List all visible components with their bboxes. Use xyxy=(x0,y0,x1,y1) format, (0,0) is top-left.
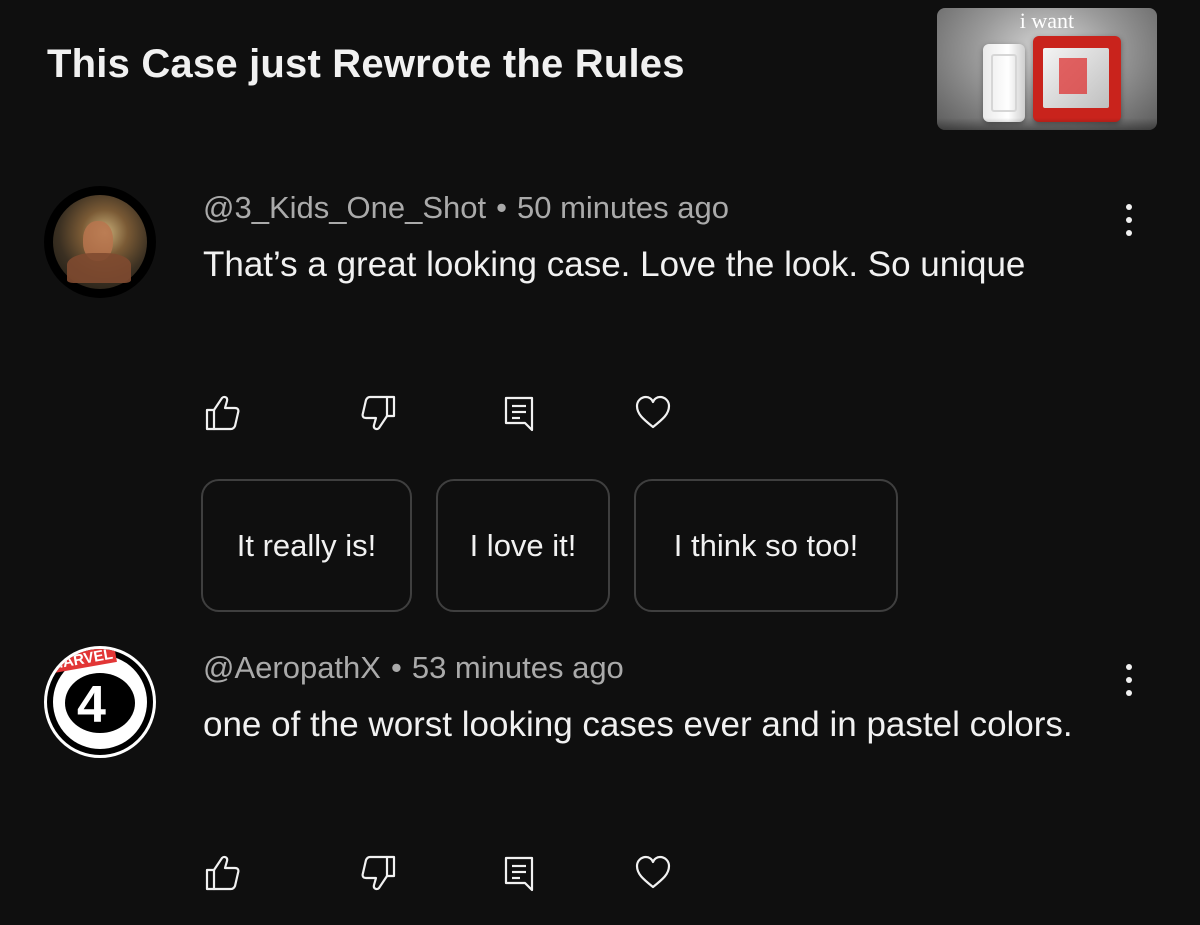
comment-meta: @3_Kids_One_Shot • 50 minutes ago xyxy=(203,190,729,226)
kebab-dot xyxy=(1126,204,1132,210)
like-icon[interactable] xyxy=(203,853,243,893)
meta-separator: • xyxy=(496,190,507,225)
kebab-dot xyxy=(1126,677,1132,683)
kebab-dot xyxy=(1126,664,1132,670)
heart-icon[interactable] xyxy=(633,853,673,893)
comment-timestamp: 53 minutes ago xyxy=(411,650,624,685)
avatar[interactable]: MARVEL 4 xyxy=(44,646,156,758)
more-options-icon[interactable] xyxy=(1114,660,1144,700)
kebab-dot xyxy=(1126,217,1132,223)
comment-author[interactable]: @AeropathX xyxy=(203,650,381,685)
more-options-icon[interactable] xyxy=(1114,200,1144,240)
like-icon[interactable] xyxy=(203,393,243,433)
suggested-reply-chip[interactable]: I love it! xyxy=(436,479,610,612)
kebab-dot xyxy=(1126,690,1132,696)
white-pc-case-image xyxy=(983,44,1025,122)
kebab-dot xyxy=(1126,230,1132,236)
video-title[interactable]: This Case just Rewrote the Rules xyxy=(47,42,685,87)
thumbnail-floor-shadow xyxy=(937,118,1157,130)
red-pc-case-image xyxy=(1033,36,1121,122)
comment-text: one of the worst looking cases ever and … xyxy=(203,705,1073,744)
reply-icon[interactable] xyxy=(500,393,540,433)
video-thumbnail[interactable]: i want xyxy=(937,8,1157,130)
heart-icon[interactable] xyxy=(633,393,673,433)
thumbnail-caption: i want xyxy=(1019,8,1075,33)
case-glass-window xyxy=(1043,48,1109,108)
dislike-icon[interactable] xyxy=(358,393,398,433)
comment-meta: @AeropathX • 53 minutes ago xyxy=(203,650,624,686)
suggested-reply-chip[interactable]: I think so too! xyxy=(634,479,898,612)
meta-separator: • xyxy=(390,650,402,685)
avatar-photo xyxy=(53,195,147,289)
comment-author[interactable]: @3_Kids_One_Shot xyxy=(203,190,486,225)
dislike-icon[interactable] xyxy=(358,853,398,893)
suggested-reply-chip[interactable]: It really is! xyxy=(201,479,412,612)
avatar[interactable] xyxy=(44,186,156,298)
video-header: This Case just Rewrote the Rules i want xyxy=(0,0,1200,150)
fantastic-four-logo: 4 xyxy=(77,676,106,734)
comment-text: That’s a great looking case. Love the lo… xyxy=(203,245,1026,284)
comment-timestamp: 50 minutes ago xyxy=(516,190,729,225)
reply-icon[interactable] xyxy=(500,853,540,893)
